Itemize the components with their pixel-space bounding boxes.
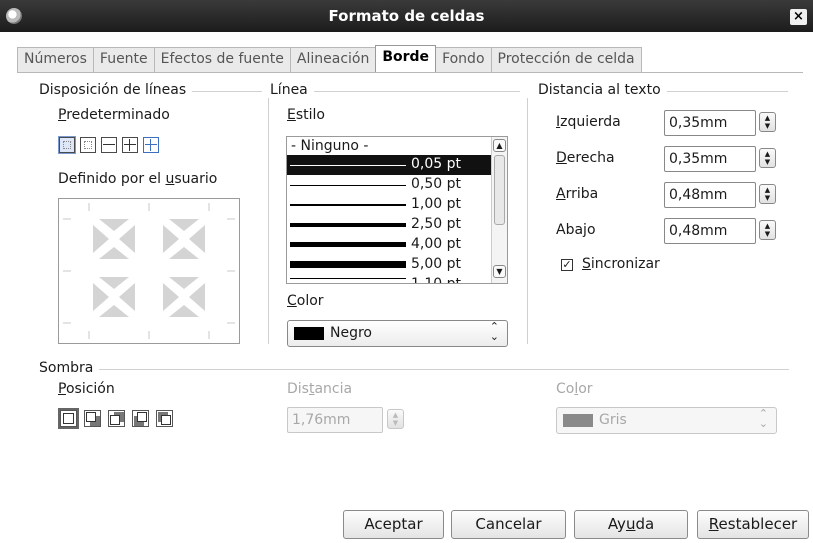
tab-fondo[interactable]: Fondo [435,47,492,72]
left-spacing-field[interactable]: 0,35mm [664,110,756,136]
line-color-select[interactable]: Negro ⌃ ⌄ [287,320,508,347]
shadow-top-left-button[interactable] [156,410,173,427]
line-style-scrollbar[interactable]: ▲ ▼ [491,137,507,283]
color-swatch [563,414,593,427]
shadow-distance-label: Distancia [287,381,353,397]
list-item-style[interactable]: 2,50 pt [287,215,492,235]
group-title-spacing: Distancia al texto [538,82,667,98]
group-title-shadow: Sombra [39,360,100,376]
updown-arrows-icon: ⌃ ⌄ [758,407,768,430]
user-defined-label: Definido por el usuario [58,171,218,187]
tab-borde[interactable]: Borde [375,45,437,72]
bottom-spacing-spin-button[interactable]: ▲ ▼ [759,220,776,240]
right-spacing-label: Derecha [556,150,615,166]
list-item-style[interactable]: 0,50 pt [287,175,492,195]
synchronize-label: Sincronizar [582,256,660,272]
ok-button[interactable]: Aceptar [343,510,444,539]
tab-efectos-de-fuente[interactable]: Efectos de fuente [153,47,291,72]
shadow-color-select[interactable]: Gris ⌃ ⌄ [556,407,777,434]
tab-proteccion-de-celda[interactable]: Protección de celda [490,47,642,72]
shadow-none-button[interactable] [58,408,79,429]
list-item-style[interactable]: 0,05 pt [287,155,492,175]
top-spacing-label: Arriba [556,186,599,202]
group-shadow-rule [40,369,789,370]
tab-divider [17,72,803,73]
shadow-distance-spin-button[interactable]: ▲ ▼ [387,409,404,429]
preset-outer-horizontal-button[interactable] [101,137,117,153]
style-label: Estilo [287,107,325,123]
preset-outer-all-inner-button[interactable] [122,137,138,153]
border-preview-graphic [63,203,235,339]
close-icon[interactable]: × [790,9,807,25]
default-label: Predeterminado [58,107,170,123]
group-title-line: Línea [270,82,314,98]
scroll-down-icon[interactable]: ▼ [493,265,506,278]
shadow-bottom-right-button[interactable] [84,410,101,427]
help-button[interactable]: Ayuda [574,510,688,539]
left-spacing-spin-button[interactable]: ▲ ▼ [759,112,776,132]
top-spacing-field[interactable]: 0,48mm [664,182,756,208]
tab-bar: Números Fuente Efectos de fuente Alineac… [17,45,642,72]
list-item-none[interactable]: - Ninguno - [287,137,492,157]
line-color-label: Color [287,293,324,309]
scroll-thumb[interactable] [494,155,505,225]
bottom-spacing-field[interactable]: 0,48mm [664,218,756,244]
group-title-line-arrangement: Disposición de líneas [39,82,193,98]
shadow-distance-field[interactable]: 1,76mm [287,407,383,433]
left-spacing-label: Izquierda [556,114,621,130]
bottom-spacing-label: Abajo [556,222,596,238]
scroll-up-icon[interactable]: ▲ [493,139,506,152]
window-title: Formato de celdas [328,7,485,25]
right-spacing-field[interactable]: 0,35mm [664,146,756,172]
shadow-top-right-button[interactable] [108,410,125,427]
list-item-style[interactable]: 1,00 pt [287,195,492,215]
shadow-position-label: Posición [58,381,115,397]
color-swatch [294,327,324,340]
preset-no-borders-button[interactable] [58,136,76,154]
reset-button[interactable]: Restablecer [697,510,809,539]
line-style-list[interactable]: - Ninguno - 0,05 pt 0,50 pt 1,00 pt 2,50… [286,136,508,284]
title-bar: Formato de celdas × [0,0,813,32]
synchronize-checkbox[interactable]: ✓ [561,259,573,271]
preset-outer-border-button[interactable] [80,137,96,153]
shadow-bottom-left-button[interactable] [132,410,149,427]
separator [268,98,269,344]
group-line-rule [300,91,520,92]
shadow-color-label: Color [556,381,593,397]
list-item-style[interactable]: 1,10 pt [287,275,492,283]
tab-fuente[interactable]: Fuente [92,47,155,72]
tab-alineacion[interactable]: Alineación [289,47,377,72]
top-spacing-spin-button[interactable]: ▲ ▼ [759,184,776,204]
separator [527,98,528,344]
list-item-style[interactable]: 5,00 pt [287,255,492,275]
list-item-style[interactable]: 4,00 pt [287,235,492,255]
updown-arrows-icon: ⌃ ⌄ [489,320,499,343]
tab-numeros[interactable]: Números [17,47,94,72]
preset-outer-only-button[interactable] [143,137,159,153]
user-defined-border-preview[interactable] [58,198,240,344]
right-spacing-spin-button[interactable]: ▲ ▼ [759,148,776,168]
cancel-button[interactable]: Cancelar [451,510,566,539]
